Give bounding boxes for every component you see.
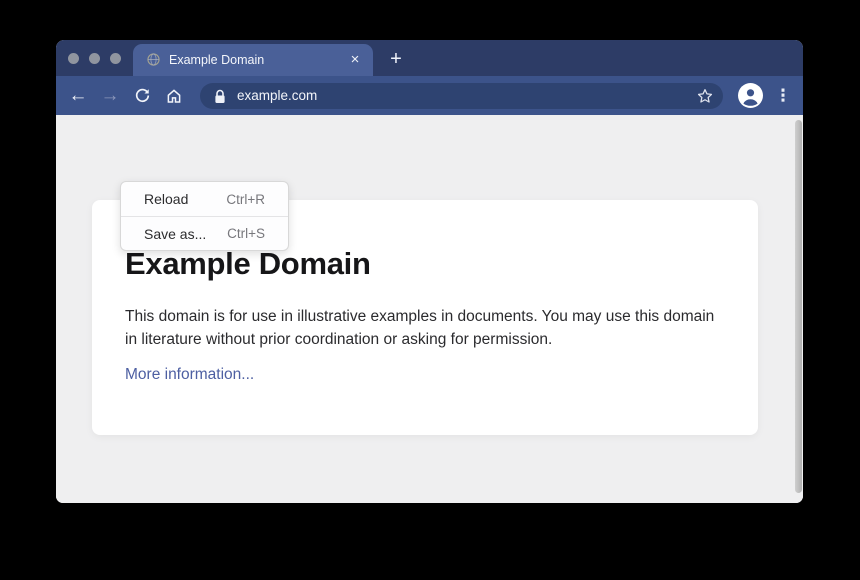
menu-item-label: Save as... (144, 226, 206, 242)
back-icon[interactable]: ← (65, 83, 91, 109)
window-titlebar[interactable]: Example Domain × + (56, 40, 803, 76)
lock-icon (214, 89, 226, 104)
page-body-text: This domain is for use in illustrative e… (125, 306, 715, 351)
browser-toolbar: ← → example.com (56, 76, 803, 115)
menu-item-shortcut: Ctrl+R (226, 192, 265, 207)
overflow-menu-icon[interactable]: ⋮ (773, 83, 793, 109)
window-minimize-button[interactable] (89, 53, 100, 64)
menu-item-label: Reload (144, 191, 188, 207)
context-menu-item-save-as[interactable]: Save as... Ctrl+S (121, 216, 288, 250)
browser-window: Example Domain × + ← → (56, 40, 803, 503)
tab-close-icon[interactable]: × (345, 44, 365, 76)
browser-tab[interactable]: Example Domain × (133, 44, 373, 76)
home-icon[interactable] (161, 83, 187, 109)
globe-favicon-icon (147, 53, 160, 66)
new-tab-button[interactable]: + (383, 44, 409, 76)
forward-icon[interactable]: → (97, 83, 123, 109)
tab-title: Example Domain (169, 44, 264, 76)
desktop-background: Example Domain × + ← → (0, 0, 860, 580)
window-close-button[interactable] (68, 53, 79, 64)
bookmark-star-icon[interactable] (696, 87, 714, 105)
profile-avatar-icon[interactable] (738, 83, 763, 108)
context-menu-item-reload[interactable]: Reload Ctrl+R (121, 182, 288, 216)
page-title: Example Domain (125, 246, 371, 282)
window-zoom-button[interactable] (110, 53, 121, 64)
page-viewport: Example Domain This domain is for use in… (56, 115, 803, 503)
url-text[interactable]: example.com (237, 83, 317, 109)
vertical-scrollbar-thumb[interactable] (795, 120, 802, 493)
traffic-lights (68, 53, 121, 64)
reload-icon[interactable] (129, 83, 155, 109)
menu-item-shortcut: Ctrl+S (227, 226, 265, 241)
context-menu: Reload Ctrl+R Save as... Ctrl+S (120, 181, 289, 251)
more-information-link[interactable]: More information... (125, 366, 254, 384)
address-bar[interactable]: example.com (200, 83, 723, 109)
